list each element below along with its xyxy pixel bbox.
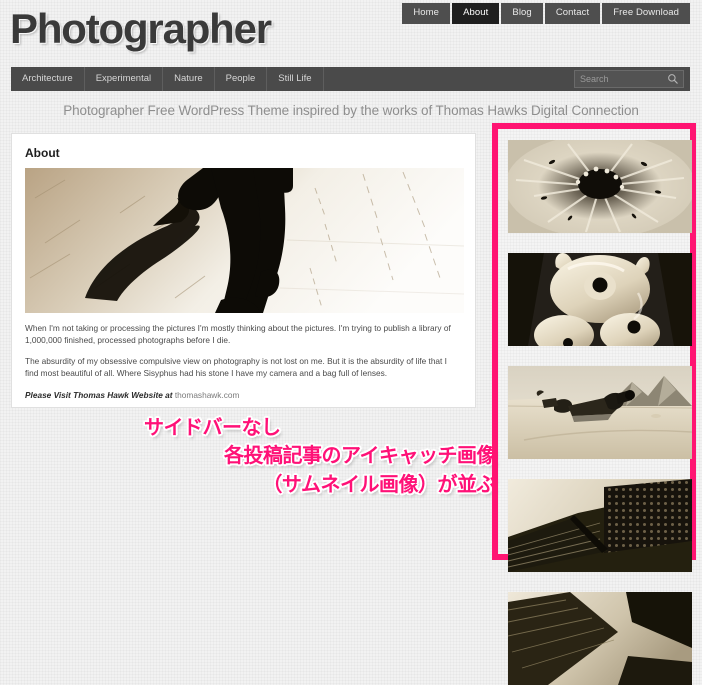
category-navigation: Architecture Experimental Nature People … xyxy=(11,67,690,91)
annotation-line-2: 各投稿記事のアイキャッチ画像 xyxy=(224,443,497,468)
article-paragraph-1: When I'm not taking or processing the pi… xyxy=(25,323,451,346)
article-featured-image[interactable] xyxy=(25,168,464,313)
article-link-url[interactable]: thomashawk.com xyxy=(175,390,240,400)
annotation-callout: サイドバーなし 各投稿記事のアイキャッチ画像 （サムネイル画像）が並ぶ xyxy=(96,413,497,498)
subnav-spacer xyxy=(324,67,574,91)
article-card: About When I'm not taking or processing … xyxy=(11,133,476,408)
thumbnail-item[interactable] xyxy=(508,253,692,346)
article-paragraph-2: The absurdity of my obsessive compulsive… xyxy=(25,356,447,379)
subnav-item-architecture[interactable]: Architecture xyxy=(11,67,85,91)
thumbnail-item[interactable] xyxy=(508,140,692,233)
subnav-item-experimental[interactable]: Experimental xyxy=(85,67,164,91)
subnav-item-still-life[interactable]: Still Life xyxy=(267,67,324,91)
topnav-item-free-download[interactable]: Free Download xyxy=(602,3,690,24)
architecture-angular-thumbnail-graphic xyxy=(508,592,692,685)
annotation-line-3: （サムネイル画像）が並ぶ xyxy=(262,471,496,496)
topnav-item-about[interactable]: About xyxy=(452,3,500,24)
thumbnail-item[interactable] xyxy=(508,366,692,459)
subnav-item-nature[interactable]: Nature xyxy=(163,67,215,91)
architecture-perforated-thumbnail-graphic xyxy=(508,479,692,572)
site-title[interactable]: Photographer xyxy=(10,8,272,50)
article-title: About xyxy=(25,146,60,160)
thumbnail-column xyxy=(508,140,692,685)
topnav-item-home[interactable]: Home xyxy=(402,3,451,24)
site-tagline: Photographer Free WordPress Theme inspir… xyxy=(63,103,639,118)
article-link-line: Please Visit Thomas Hawk Website at thom… xyxy=(25,390,462,400)
search-box[interactable] xyxy=(574,70,684,88)
flower-thumbnail-graphic xyxy=(508,140,692,233)
thumbnail-item[interactable] xyxy=(508,479,692,572)
figurine-thumbnail-graphic xyxy=(508,253,692,346)
topnav-item-contact[interactable]: Contact xyxy=(544,3,601,24)
subnav-item-people[interactable]: People xyxy=(215,67,268,91)
topnav-item-blog[interactable]: Blog xyxy=(501,3,543,24)
article-link-prefix: Please Visit Thomas Hawk Website at xyxy=(25,390,173,401)
article-photo-graphic xyxy=(25,168,464,313)
thumbnail-item[interactable] xyxy=(508,592,692,685)
top-navigation: Home About Blog Contact Free Download xyxy=(402,3,690,24)
desert-photographer-thumbnail-graphic xyxy=(508,366,692,459)
search-input[interactable] xyxy=(575,71,683,87)
annotation-line-1: サイドバーなし xyxy=(144,415,281,439)
